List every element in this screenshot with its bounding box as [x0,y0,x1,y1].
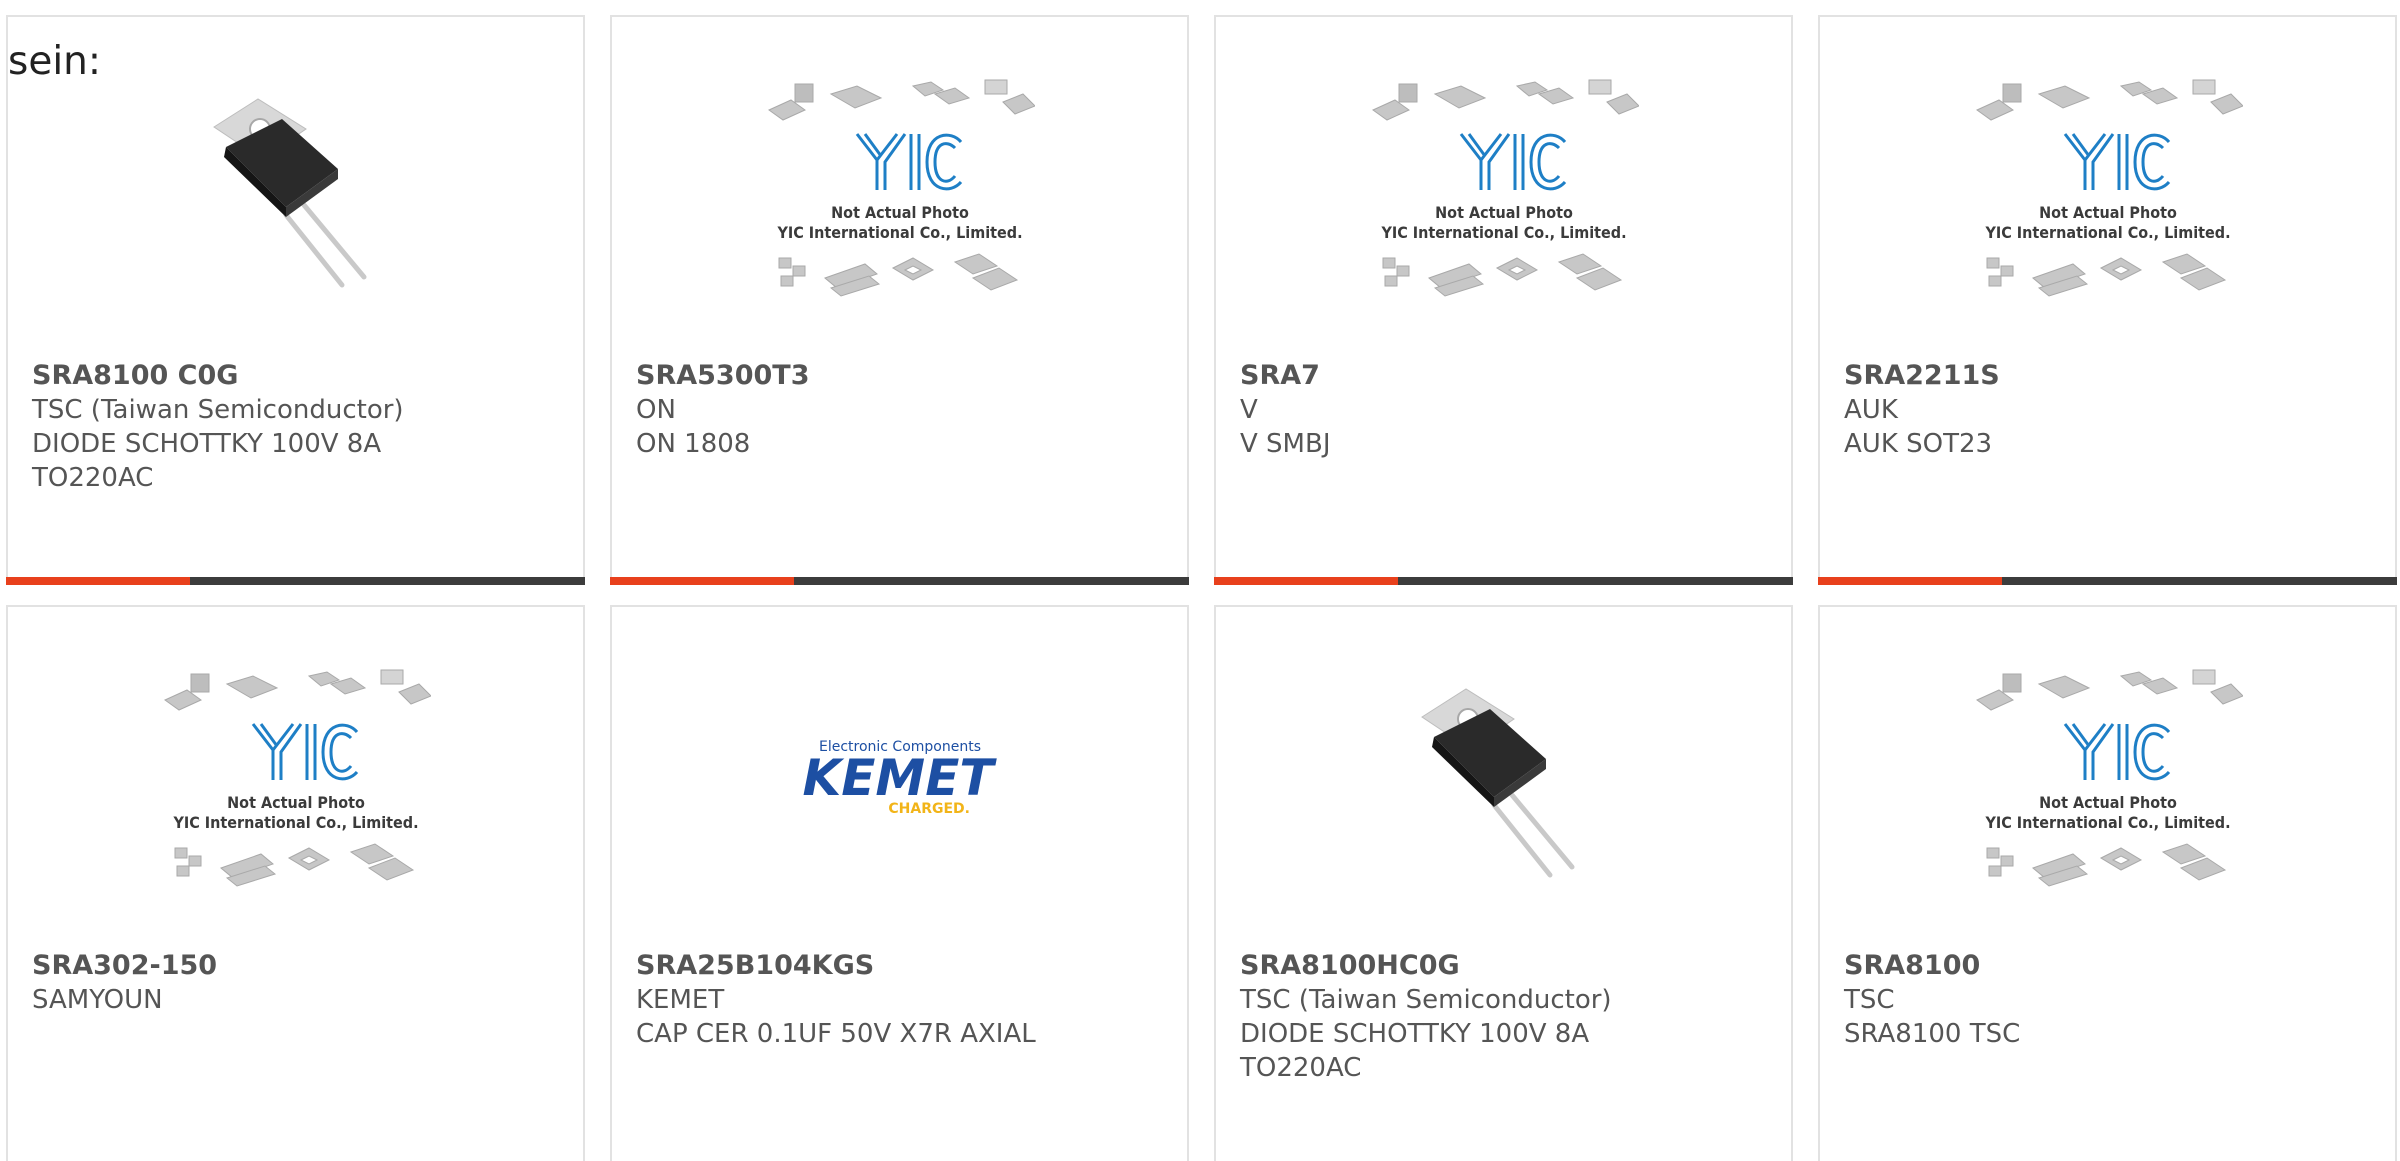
product-card[interactable]: Not Actual Photo YIC International Co., … [1818,15,2397,585]
card-bar-accent [1818,577,2002,585]
part-number-link[interactable]: SRA302-150 [32,949,563,983]
product-image[interactable] [1216,667,1791,897]
not-actual-photo-label: Not Actual Photo [831,203,969,222]
product-card[interactable]: Not Actual Photo YIC International Co., … [1818,605,2397,1161]
product-card[interactable]: Not Actual Photo YIC International Co., … [610,15,1189,585]
product-info: SRA8100HC0G TSC (Taiwan Semiconductor) DIO… [1240,949,1771,1085]
product-image[interactable]: Not Actual Photo YIC International Co., … [1820,667,2395,897]
manufacturer-label: ON [636,395,676,425]
card-bottom-bar [1214,577,1793,585]
yic-placeholder-image: Not Actual Photo YIC International Co., … [1371,79,1639,297]
not-actual-photo-label: Not Actual Photo [2039,793,2177,812]
card-bar-accent [1214,577,1398,585]
product-info: SRA2211S AUK AUK SOT23 [1844,359,2375,461]
intro-text: sein: [8,39,102,84]
yic-company-label: YIC International Co., Limited. [1380,223,1626,242]
description-label: AUK SOT23 [1844,429,1993,459]
card-bar-accent [6,577,190,585]
card-bottom-bar [6,577,585,585]
product-info: SRA302-150 SAMYOUN [32,949,563,1017]
description-label: TO220AC [1240,1053,1362,1083]
product-card[interactable]: Not Actual Photo YIC International Co., … [6,605,585,1161]
not-actual-photo-label: Not Actual Photo [1435,203,1573,222]
product-image[interactable]: Not Actual Photo YIC International Co., … [8,667,583,897]
manufacturer-label: SAMYOUN [32,985,163,1015]
yic-placeholder-image: Not Actual Photo YIC International Co., … [1975,669,2243,887]
description-label: ON 1808 [636,429,751,459]
manufacturer-label: TSC (Taiwan Semiconductor) [1240,985,1612,1015]
kemet-name: KEMET [802,749,997,807]
yic-placeholder-image: Not Actual Photo YIC International Co., … [163,669,431,887]
card-bottom-bar [610,577,1189,585]
manufacturer-label: V [1240,395,1258,425]
kemet-logo-image: Electronic Components KEMET CHARGED. [802,739,997,817]
product-info: SRA7 V V SMBJ [1240,359,1771,461]
description-label: SRA8100 TSC [1844,1019,2021,1049]
description-label: V SMBJ [1240,429,1331,459]
product-info: SRA5300T3 ON ON 1808 [636,359,1167,461]
not-actual-photo-label: Not Actual Photo [2039,203,2177,222]
yic-placeholder-image: Not Actual Photo YIC International Co., … [1975,79,2243,297]
description-label: DIODE SCHOTTKY 100V 8A [1240,1019,1590,1049]
product-image[interactable]: Electronic Components KEMET CHARGED. [612,667,1187,897]
product-image[interactable] [8,77,583,307]
product-card[interactable]: SRA8100HC0G TSC (Taiwan Semiconductor) DIO… [1214,605,1793,1161]
product-card[interactable]: Not Actual Photo YIC International Co., … [1214,15,1793,585]
yic-company-label: YIC International Co., Limited. [1984,223,2230,242]
description-label: CAP CER 0.1UF 50V X7R AXIAL [636,1019,1036,1049]
part-number-link[interactable]: SRA7 [1240,359,1771,393]
yic-company-label: YIC International Co., Limited. [776,223,1022,242]
product-info: SRA8100 C0G TSC (Taiwan Semiconductor) DIO… [32,359,563,495]
product-image[interactable]: Not Actual Photo YIC International Co., … [1216,77,1791,307]
part-number-link[interactable]: SRA8100 [1844,949,2375,983]
product-card[interactable]: SRA8100 C0G TSC (Taiwan Semiconductor) DIO… [6,15,585,585]
description-label: TO220AC [32,463,154,493]
yic-company-label: YIC International Co., Limited. [172,813,418,832]
part-number-link[interactable]: SRA2211S [1844,359,2375,393]
product-card[interactable]: Electronic Components KEMET CHARGED. SRA… [610,605,1189,1161]
product-info: SRA25B104KGS KEMET CAP CER 0.1UF 50V X7R A… [636,949,1167,1051]
not-actual-photo-label: Not Actual Photo [227,793,365,812]
to220-component-image [195,87,396,297]
part-number-link[interactable]: SRA25B104KGS [636,949,1167,983]
part-number-link[interactable]: SRA8100HC0G [1240,949,1771,983]
part-number-link[interactable]: SRA8100 C0G [32,359,563,393]
product-image[interactable]: Not Actual Photo YIC International Co., … [1820,77,2395,307]
manufacturer-label: KEMET [636,985,725,1015]
card-bottom-bar [1818,577,2397,585]
product-info: SRA8100 TSC SRA8100 TSC [1844,949,2375,1051]
yic-company-label: YIC International Co., Limited. [1984,813,2230,832]
card-bar-accent [610,577,794,585]
manufacturer-label: AUK [1844,395,1898,425]
yic-placeholder-image: Not Actual Photo YIC International Co., … [767,79,1035,297]
part-number-link[interactable]: SRA5300T3 [636,359,1167,393]
description-label: DIODE SCHOTTKY 100V 8A [32,429,382,459]
to220-component-image [1403,677,1604,887]
kemet-slogan: CHARGED. [888,801,970,817]
product-grid-page: sein: SRA8100 C0G TSC (Taiwan Semiconduct… [0,0,2400,1161]
manufacturer-label: TSC (Taiwan Semiconductor) [32,395,404,425]
product-image[interactable]: Not Actual Photo YIC International Co., … [612,77,1187,307]
manufacturer-label: TSC [1844,985,1895,1015]
